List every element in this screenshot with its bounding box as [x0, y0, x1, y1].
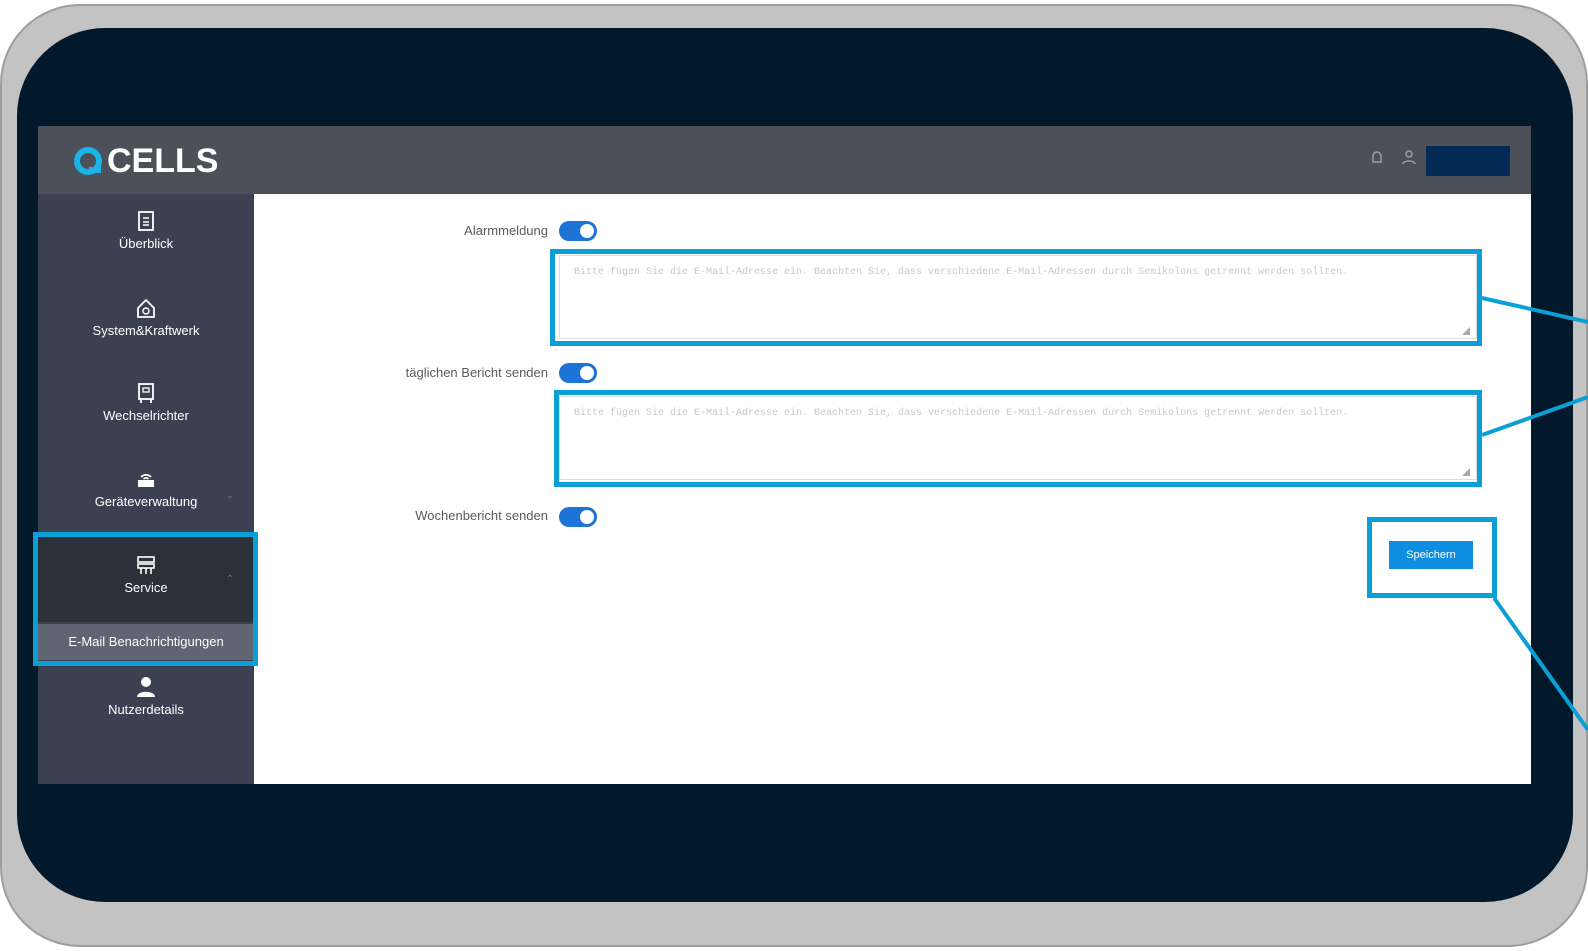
callout-lines — [1481, 296, 1588, 732]
callout-line-daily — [1481, 395, 1588, 437]
callout-line-alarm — [1481, 296, 1588, 324]
callout-line-save — [1492, 596, 1588, 732]
